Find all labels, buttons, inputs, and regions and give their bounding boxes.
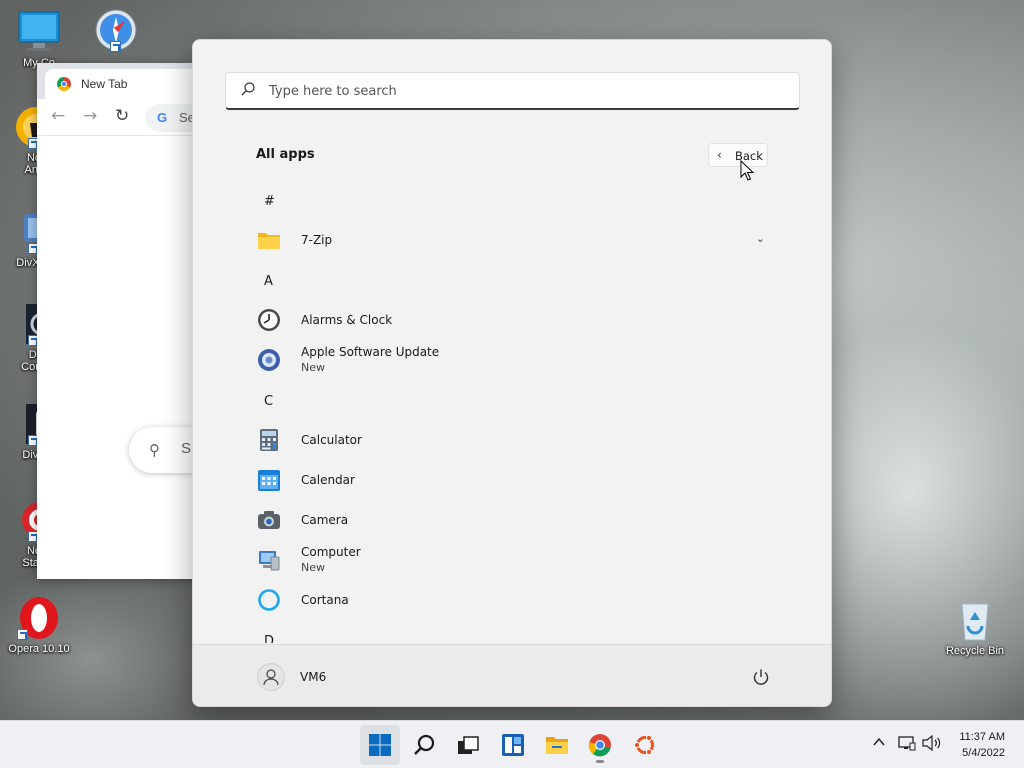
user-avatar[interactable]: [257, 663, 285, 691]
opera-icon: [17, 596, 61, 640]
app-name: Computer: [301, 545, 361, 559]
app-new-badge: New: [301, 361, 325, 374]
taskbar-task-view-button[interactable]: [448, 725, 488, 765]
app-item-cortana[interactable]: Cortana: [253, 582, 793, 618]
camera-icon: [258, 511, 280, 529]
safari-icon: [94, 8, 138, 52]
app-name: Cortana: [301, 593, 349, 607]
monitor-icon: [17, 10, 61, 54]
desktop-icon-label: Opera 10.10: [8, 643, 70, 655]
mouse-cursor-icon: [740, 160, 754, 181]
computer-icon: [259, 551, 280, 571]
app-item-computer[interactable]: Computer New: [253, 542, 793, 578]
desktop-icon-safari[interactable]: [78, 8, 154, 55]
chrome-icon: [57, 77, 71, 91]
taskbar-widgets-button[interactable]: [493, 725, 533, 765]
file-explorer-icon: [546, 737, 568, 754]
folder-icon: [258, 233, 280, 249]
back-button[interactable]: ‹ Back: [708, 143, 768, 167]
app-name: Calculator: [301, 433, 362, 447]
search-icon: [414, 734, 435, 755]
chevron-up-icon[interactable]: [872, 735, 886, 749]
app-item-camera[interactable]: Camera: [253, 502, 793, 538]
app-name: 7-Zip: [301, 233, 333, 247]
chrome-tab-title: New Tab: [81, 77, 128, 91]
app-name: Calendar: [301, 473, 355, 487]
google-g-icon: G: [157, 110, 168, 125]
windows-logo-icon: [369, 734, 391, 756]
desktop-icon-recycle-bin[interactable]: Recycle Bin: [937, 598, 1013, 657]
app-item-calculator[interactable]: Calculator: [253, 422, 793, 458]
app-name: Camera: [301, 513, 349, 527]
running-indicator: [596, 760, 604, 763]
chevron-left-icon: ‹: [717, 148, 722, 162]
taskbar-search-button[interactable]: [405, 725, 445, 765]
network-icon[interactable]: [898, 735, 916, 751]
search-icon: ⚲: [149, 441, 160, 459]
volume-icon[interactable]: [922, 735, 942, 751]
google-search-placeholder: S: [181, 440, 192, 457]
desktop-icon-my-computer[interactable]: My Co: [1, 10, 77, 69]
power-icon[interactable]: [751, 667, 771, 687]
taskbar: 11:37 AM 5/4/2022: [0, 720, 1024, 768]
start-menu: Type here to search All apps ‹ Back # 7-…: [192, 39, 832, 707]
user-name[interactable]: VM6: [300, 670, 326, 684]
clock-date: 5/4/2022: [962, 747, 1005, 759]
chevron-down-icon[interactable]: ⌄: [756, 232, 765, 245]
clock-time: 11:37 AM: [959, 731, 1005, 743]
widgets-icon: [502, 734, 524, 756]
calculator-icon: [260, 429, 278, 451]
group-letter-a[interactable]: A: [264, 274, 273, 289]
task-view-icon: [458, 736, 479, 754]
start-search-placeholder: Type here to search: [269, 84, 397, 99]
app-item-apple-software-update[interactable]: Apple Software Update New: [253, 342, 793, 378]
group-letter-hash[interactable]: #: [264, 194, 275, 209]
start-search-box[interactable]: Type here to search: [225, 72, 800, 110]
taskbar-chrome-button[interactable]: [580, 725, 620, 765]
user-icon: [263, 669, 279, 686]
cortana-icon: [258, 589, 280, 611]
app-new-badge: New: [301, 561, 325, 574]
app-name: Apple Software Update: [301, 345, 440, 359]
start-footer: VM6: [193, 644, 831, 706]
app-item-calendar[interactable]: Calendar: [253, 462, 793, 498]
app-item-7zip[interactable]: 7-Zip ⌄: [253, 222, 793, 258]
ubuntu-icon: [633, 734, 654, 756]
alarm-clock-icon: [258, 309, 280, 331]
taskbar-file-explorer-button[interactable]: [537, 725, 577, 765]
group-letter-c[interactable]: C: [264, 394, 273, 409]
taskbar-clock[interactable]: 11:37 AM 5/4/2022: [959, 729, 1005, 761]
desktop-icon-opera[interactable]: Opera 10.10: [1, 596, 77, 655]
back-arrow-icon[interactable]: ←: [51, 106, 65, 126]
group-letter-d[interactable]: D: [264, 634, 274, 643]
apple-update-icon: [258, 349, 280, 371]
forward-arrow-icon[interactable]: →: [83, 106, 97, 126]
calendar-icon: [258, 470, 280, 491]
search-icon: [241, 82, 255, 96]
shortcut-arrow-icon: [110, 41, 121, 52]
shortcut-arrow-icon: [17, 629, 28, 640]
app-item-alarms-clock[interactable]: Alarms & Clock: [253, 302, 793, 338]
app-name: Alarms & Clock: [301, 313, 393, 327]
all-apps-heading: All apps: [256, 147, 315, 162]
chrome-icon: [588, 734, 611, 757]
recycle-bin-icon: [953, 598, 997, 642]
all-apps-list: # 7-Zip ⌄ A Alarms & Clock Apple Softwar…: [193, 180, 831, 643]
taskbar-ubuntu-button[interactable]: [625, 725, 665, 765]
desktop-icon-label: Recycle Bin: [945, 645, 1005, 657]
reload-icon[interactable]: ↻: [115, 106, 129, 126]
taskbar-start-button[interactable]: [360, 725, 400, 765]
